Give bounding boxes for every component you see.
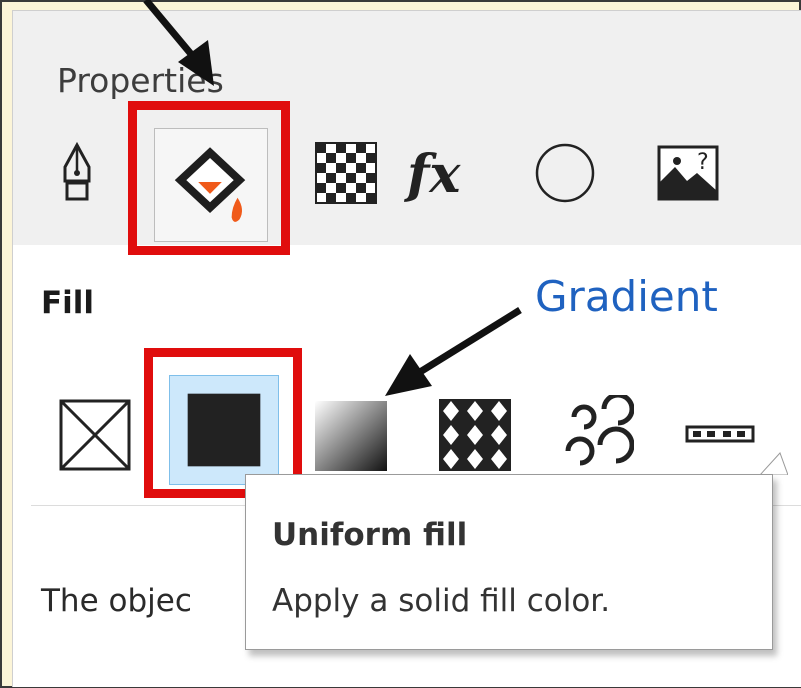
pen-nib-icon (63, 141, 91, 201)
fill-type-texture[interactable] (554, 395, 634, 475)
checkerboard-icon (315, 142, 377, 204)
tooltip-body: Apply a solid fill color. (272, 583, 611, 619)
tab-outline[interactable] (41, 137, 113, 209)
tab-shape[interactable] (529, 137, 601, 209)
svg-text:?: ? (697, 150, 709, 175)
vector-pattern-icon (439, 399, 511, 471)
object-description: The objec (41, 583, 192, 619)
fill-section-label: Fill (41, 285, 95, 321)
gradient-fill-icon (315, 401, 387, 471)
highlight-fill-tab (128, 101, 290, 255)
postscript-fill-icon (685, 425, 755, 443)
tooltip-title: Uniform fill (272, 517, 468, 553)
tooltip-pointer (760, 447, 788, 475)
uniform-fill-tooltip: Uniform fill Apply a solid fill color. (245, 474, 773, 650)
tab-image[interactable]: ? (653, 137, 725, 209)
image-question-icon: ? (657, 145, 719, 201)
fx-icon: fx (407, 144, 461, 205)
tab-transparency[interactable] (310, 137, 382, 209)
fill-type-pattern[interactable] (435, 395, 515, 475)
annotation-label: Gradient (535, 272, 718, 321)
tab-effects[interactable]: fx (407, 145, 460, 205)
panel-title: Properties (57, 61, 224, 100)
fill-type-postscript[interactable] (681, 395, 761, 475)
texture-swirl-icon (565, 395, 634, 466)
fill-type-none[interactable] (55, 395, 135, 475)
no-fill-icon (59, 399, 131, 471)
fill-type-gradient[interactable] (311, 395, 391, 475)
circle-icon (535, 143, 595, 203)
